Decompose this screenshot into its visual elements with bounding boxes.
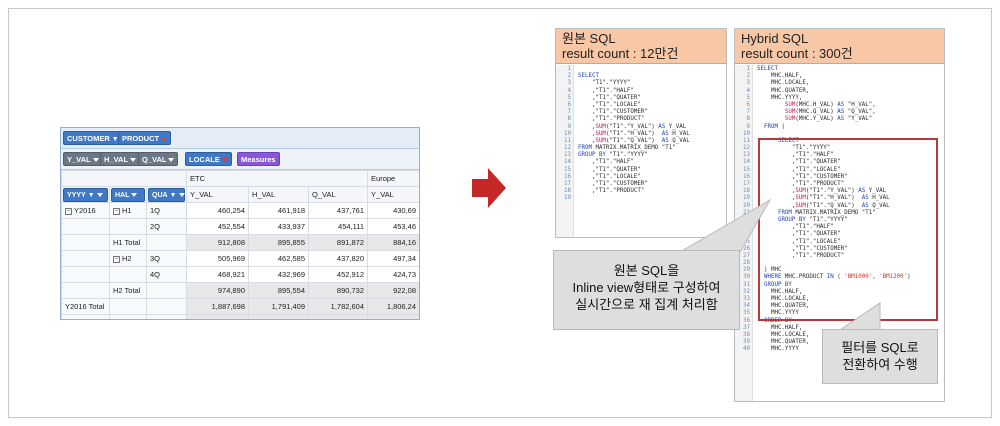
filter-callout: 필터를 SQL로 전환하여 수행 <box>822 329 938 384</box>
inline-view-callout: 원본 SQL을 Inline view형태로 구성하여 실시간으로 재 집계 처… <box>553 250 740 330</box>
